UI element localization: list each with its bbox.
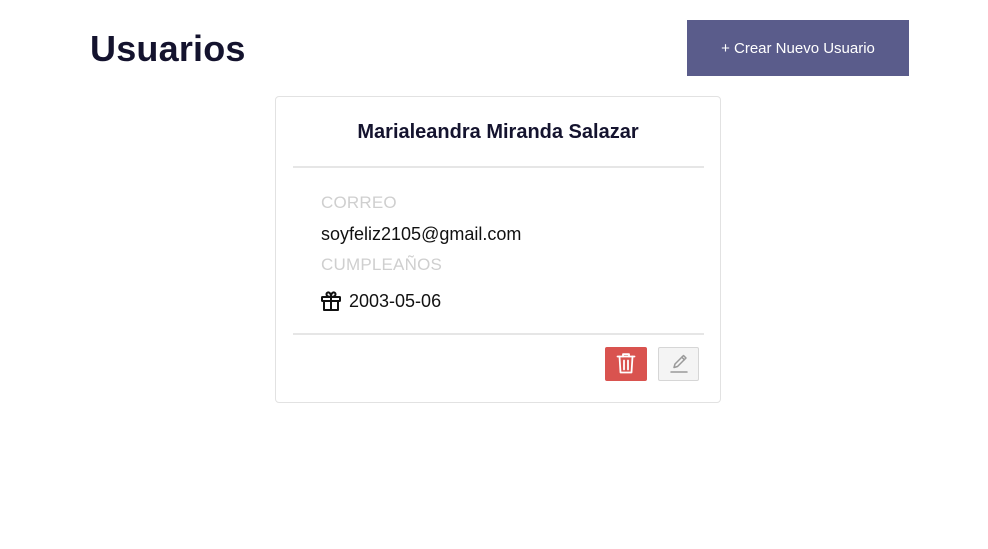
delete-user-button[interactable] bbox=[605, 347, 647, 381]
gift-icon bbox=[319, 289, 343, 313]
users-page: Usuarios + Crear Nuevo Usuario Marialean… bbox=[0, 0, 988, 549]
email-value: soyfeliz2105@gmail.com bbox=[321, 224, 522, 244]
page-title: Usuarios bbox=[90, 28, 246, 69]
create-user-button[interactable]: + Crear Nuevo Usuario bbox=[687, 20, 909, 76]
trash-icon bbox=[615, 351, 637, 378]
card-header-divider bbox=[293, 166, 704, 168]
birthday-value: 2003-05-06 bbox=[349, 290, 442, 311]
birthday-row: 2003-05-06 bbox=[319, 289, 441, 313]
edit-user-button[interactable] bbox=[658, 347, 699, 381]
birthday-label: CUMPLEAÑOS bbox=[321, 255, 443, 274]
card-footer-divider bbox=[293, 333, 704, 335]
pencil-icon bbox=[668, 351, 690, 378]
user-name: Marialeandra Miranda Salazar bbox=[357, 121, 639, 143]
email-label: CORREO bbox=[321, 193, 397, 212]
user-card: Marialeandra Miranda Salazar CORREO soyf… bbox=[275, 96, 721, 403]
